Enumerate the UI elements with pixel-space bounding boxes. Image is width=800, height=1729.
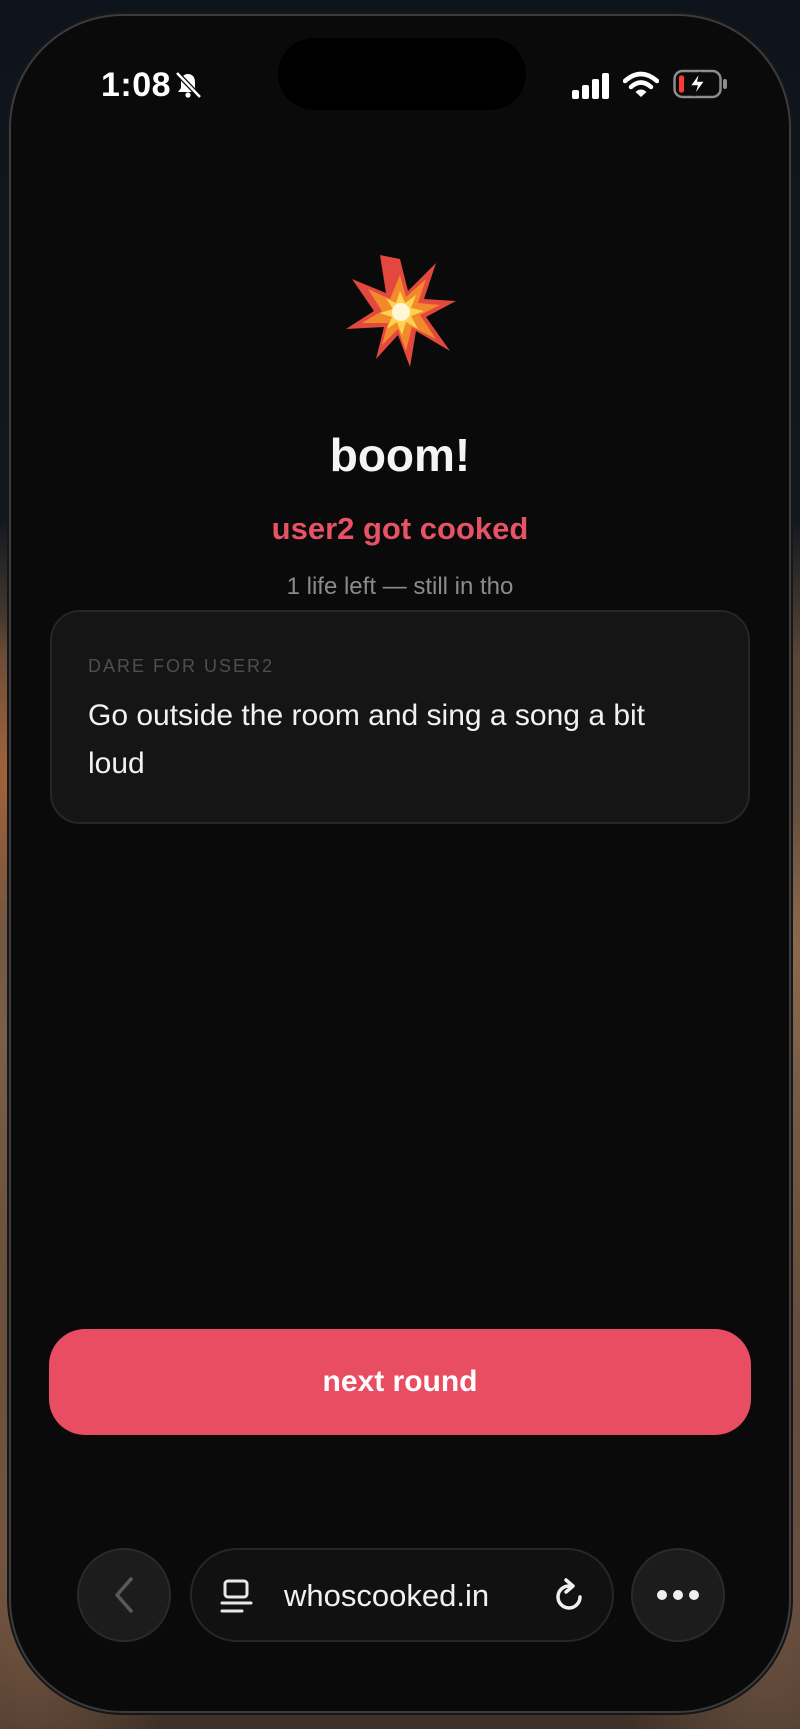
back-button[interactable] bbox=[77, 1548, 171, 1642]
result-subtitle: user2 got cooked bbox=[271, 511, 529, 546]
more-options-button[interactable] bbox=[631, 1548, 725, 1642]
address-bar[interactable]: whoscooked.in bbox=[190, 1548, 614, 1642]
lives-remaining-text: 1 life left — still in tho bbox=[286, 573, 514, 600]
status-time: 1:08 bbox=[101, 66, 172, 104]
collision-icon bbox=[346, 255, 456, 367]
status-bar: 1:08 bbox=[11, 16, 789, 136]
tabs-icon bbox=[220, 1579, 253, 1613]
battery-charging-icon bbox=[673, 69, 727, 99]
dare-label: DARE FOR USER2 bbox=[88, 656, 275, 676]
wifi-icon bbox=[623, 71, 659, 97]
phone-frame: 1:08 boom! user2 got cooked 1 life left … bbox=[11, 16, 789, 1711]
result-title: boom! bbox=[329, 429, 471, 481]
next-round-button[interactable]: next round bbox=[49, 1329, 751, 1435]
bell-muted-icon bbox=[175, 71, 202, 99]
chevron-left-icon bbox=[115, 1577, 133, 1613]
url-text: whoscooked.in bbox=[284, 1578, 490, 1613]
dynamic-island bbox=[278, 38, 526, 110]
dare-card: DARE FOR USER2 Go outside the room and s… bbox=[50, 610, 750, 824]
ellipsis-icon bbox=[657, 1590, 699, 1600]
reload-icon[interactable] bbox=[552, 1577, 588, 1615]
dare-text: Go outside the room and sing a song a bi… bbox=[88, 699, 646, 780]
cellular-signal-icon bbox=[572, 73, 609, 99]
